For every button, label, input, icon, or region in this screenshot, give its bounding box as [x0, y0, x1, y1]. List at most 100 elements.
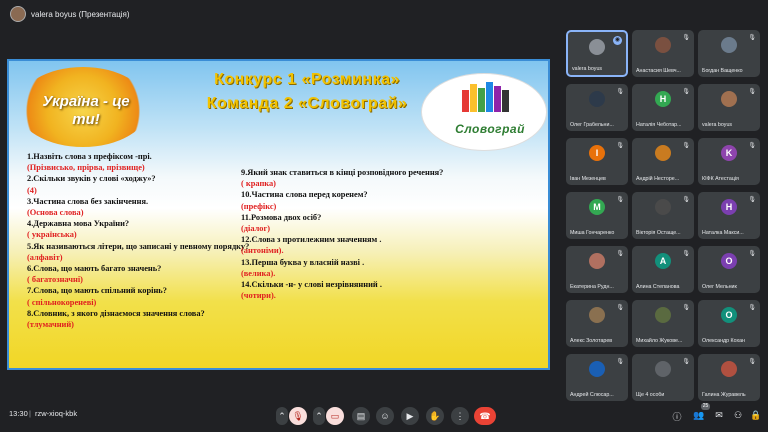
question-11: 11.Розмова двох осіб? — [241, 212, 322, 222]
answer-12: (антоніми). — [241, 246, 284, 256]
participant-avatar — [589, 91, 605, 107]
participant-tile[interactable]: K КІФК Атестація 🎙 — [698, 138, 760, 185]
participant-tile[interactable]: H Наталія Чеботар... 🎙 — [632, 84, 694, 131]
mic-muted-icon: 🎙 — [748, 305, 756, 311]
people-icon[interactable]: 👥 — [693, 410, 705, 421]
participant-name: Михайло Жукове... — [636, 338, 683, 344]
participant-tile[interactable]: Ще 4 особи 🎙 — [632, 354, 694, 401]
participant-name: Олександр Кохан — [702, 338, 745, 344]
participant-tile[interactable]: M Миша Гончаренко 🎙 — [566, 192, 628, 239]
participant-tile[interactable]: A Алина Степанова 🎙 — [632, 246, 694, 293]
mic-muted-icon: 🎙 — [682, 251, 690, 257]
more-options-icon[interactable]: ⋮ — [451, 407, 469, 425]
leave-call-button[interactable]: ☎ — [474, 407, 496, 425]
participant-avatar — [589, 361, 605, 377]
question-5: 5.Як називаються літери, що записані у п… — [27, 241, 250, 251]
participant-name: Алина Степанова — [636, 284, 680, 290]
participant-tile[interactable]: valera boyus ◉ — [566, 30, 628, 77]
mic-muted-icon: 🎙 — [682, 143, 690, 149]
mic-muted-icon: 🎙 — [748, 197, 756, 203]
mic-muted-icon: 🎙 — [748, 251, 756, 257]
participant-tile[interactable]: Михайло Жукове... 🎙 — [632, 300, 694, 347]
question-13: 13.Перша буква у власній назві . — [241, 257, 365, 267]
participant-name: Алекс Золотарев — [570, 338, 613, 344]
presenter-avatar — [10, 6, 26, 22]
bottom-toolbar: 13:30 | rzw-xioq-kbk ⌃ 🎙 ⌃ ▭ ▤ ☺ ▶ ✋ ⋮ ☎… — [0, 400, 768, 432]
present-icon[interactable]: ▶ — [401, 407, 419, 425]
participant-tile[interactable]: Галина Журавель 🎙 — [698, 354, 760, 401]
participant-tile[interactable]: Олег Грабельни... 🎙 — [566, 84, 628, 131]
participant-avatar: M — [589, 199, 605, 215]
answer-1: (Прізвисько, прірва, прізвище) — [27, 163, 145, 173]
participant-avatar: I — [589, 145, 605, 161]
participant-name: valera boyus — [702, 122, 733, 128]
participant-tile[interactable]: Андрій Несторе... 🎙 — [632, 138, 694, 185]
slide-ukraine-title: Україна - це ти! — [42, 93, 130, 128]
mic-muted-icon: 🎙 — [682, 305, 690, 311]
question-14: 14.Скільки -н- у слові незрівнянний . — [241, 280, 382, 290]
participant-name: Галина Журавель — [702, 392, 746, 398]
raise-hand-icon[interactable]: ✋ — [426, 407, 444, 425]
participant-tile[interactable]: Екатерина Рудн... 🎙 — [566, 246, 628, 293]
contest-line-2: Команда 2 «Словограй» — [206, 95, 408, 112]
participant-tile[interactable]: Андрей Слюсар... 🎙 — [566, 354, 628, 401]
mic-muted-icon: 🎙 — [682, 89, 690, 95]
camera-off-icon[interactable]: ▭ — [326, 407, 344, 425]
participant-tile[interactable]: valera boyus 🎙 — [698, 84, 760, 131]
participant-tile[interactable]: H Наталка Макси... 🎙 — [698, 192, 760, 239]
contest-line-1: Конкурс 1 «Розминка» — [214, 71, 400, 88]
participant-avatar: A — [655, 253, 671, 269]
meeting-code: rzw-xioq-kbk — [35, 409, 78, 418]
participant-tile[interactable]: O Олег Мельник 🎙 — [698, 246, 760, 293]
question-8: 8.Словник, з якого дізнаємося значення с… — [27, 308, 205, 318]
activities-icon[interactable]: ⚇ — [732, 410, 744, 421]
answer-11: (діалог) — [241, 224, 271, 234]
answer-9: ( крапка) — [241, 179, 276, 189]
chat-icon[interactable]: ✉ — [713, 410, 725, 421]
participant-avatar — [589, 253, 605, 269]
mic-muted-icon: 🎙 — [748, 143, 756, 149]
participant-name: Олег Мельник — [702, 284, 737, 290]
participant-name: valera boyus — [572, 66, 603, 72]
participant-tile[interactable]: Вікторія Остаще... 🎙 — [632, 192, 694, 239]
participant-tile[interactable]: Богдан Ващенко 🎙 — [698, 30, 760, 77]
participant-avatar: O — [721, 253, 737, 269]
participant-name: Іван Мезенцев — [570, 176, 606, 182]
participant-avatar — [655, 145, 671, 161]
mic-muted-icon: 🎙 — [682, 197, 690, 203]
participant-name: Вікторія Остаще... — [636, 230, 681, 236]
question-3: 3.Частина слова без закінчення. — [27, 196, 149, 206]
people-count-badge: 25 — [701, 403, 710, 410]
participant-name: Ще 4 особи — [636, 392, 665, 398]
participant-tile[interactable]: Алекс Золотарев 🎙 — [566, 300, 628, 347]
question-6: 6.Слова, що мають багато значень? — [27, 264, 162, 274]
lock-icon[interactable]: 🔒 — [750, 410, 762, 421]
participant-tile[interactable]: Анастасия Шевч... 🎙 — [632, 30, 694, 77]
question-7: 7.Слова, що мають спільний корінь? — [27, 286, 167, 296]
participant-avatar: H — [721, 199, 737, 215]
mic-muted-icon: 🎙 — [748, 359, 756, 365]
participant-name: Олег Грабельни... — [570, 122, 614, 128]
mic-off-icon[interactable]: 🎙 — [289, 407, 307, 425]
question-9: 9.Який знак ставиться в кінці розповідно… — [241, 168, 444, 177]
captions-icon[interactable]: ▤ — [352, 407, 370, 425]
mic-options-button[interactable]: ⌃ — [276, 407, 288, 425]
info-icon[interactable]: ⓘ — [671, 410, 683, 423]
participant-avatar — [655, 307, 671, 323]
clock: 13:30 — [9, 409, 28, 418]
participant-name: Андрей Слюсар... — [570, 392, 614, 398]
participant-name: Анастасия Шевч... — [636, 68, 681, 74]
answer-8: (тлумачний) — [27, 320, 74, 330]
questions-left: 1.Назвіть слова з префіксом -прі. (Прізв… — [27, 151, 259, 330]
mic-muted-icon: 🎙 — [682, 35, 690, 41]
participant-avatar — [589, 307, 605, 323]
emoji-icon[interactable]: ☺ — [376, 407, 394, 425]
books-icon — [462, 82, 516, 112]
participant-tile[interactable]: O Олександр Кохан 🎙 — [698, 300, 760, 347]
answer-13: (велика). — [241, 268, 276, 278]
participant-tile[interactable]: I Іван Мезенцев 🎙 — [566, 138, 628, 185]
camera-options-button[interactable]: ⌃ — [313, 407, 325, 425]
participant-avatar — [721, 361, 737, 377]
participant-avatar — [589, 39, 605, 55]
participant-avatar — [721, 37, 737, 53]
